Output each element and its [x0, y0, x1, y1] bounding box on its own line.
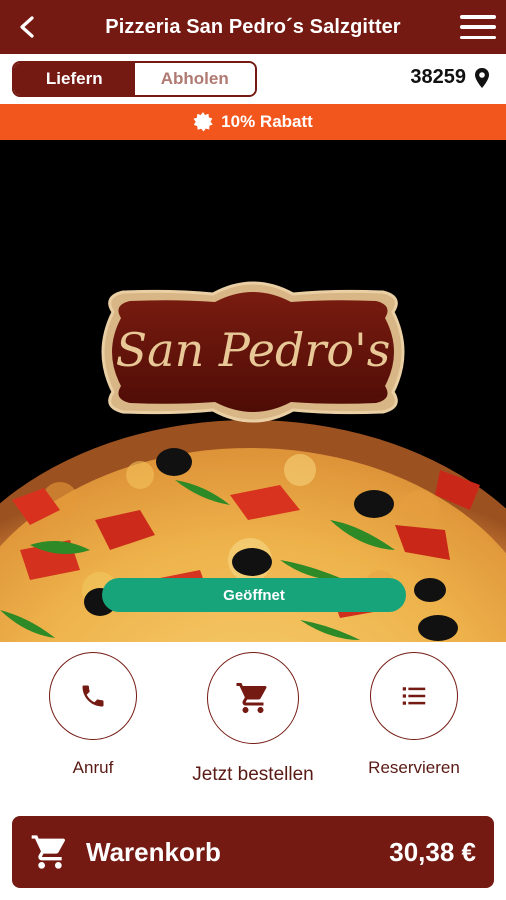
order-mode-bar: Liefern Abholen 38259	[0, 54, 506, 104]
cart-button[interactable]: Warenkorb 30,38 €	[12, 816, 494, 888]
reserve-button[interactable]	[370, 652, 458, 740]
page-title: Pizzeria San Pedro´s Salzgitter	[105, 15, 401, 38]
cart-label: Warenkorb	[86, 836, 221, 867]
logo-text: San Pedro's	[116, 323, 391, 377]
call-label: Anruf	[72, 758, 114, 777]
app-header: Pizzeria San Pedro´s Salzgitter	[0, 0, 506, 54]
list-icon	[402, 687, 426, 705]
reserve-action[interactable]: Reservieren	[354, 652, 474, 778]
quick-actions: Anruf Jetzt bestellen Reservieren	[0, 642, 506, 812]
shopping-cart-icon	[31, 835, 66, 869]
zip-code-selector[interactable]: 38259	[410, 66, 490, 89]
order-now-action[interactable]: Jetzt bestellen	[192, 652, 314, 786]
reserve-label: Reservieren	[368, 758, 460, 777]
delivery-option[interactable]: Liefern	[14, 63, 135, 95]
order-now-label: Jetzt bestellen	[192, 764, 314, 785]
pizza-image: San Pedro's	[0, 140, 506, 642]
call-button[interactable]	[49, 652, 137, 740]
cart-total: 30,38 €	[389, 836, 476, 867]
order-now-button[interactable]	[207, 652, 299, 744]
shopping-cart-icon	[236, 683, 267, 713]
location-pin-icon	[475, 67, 489, 88]
hamburger-menu-icon[interactable]	[460, 12, 496, 42]
arrow-left-icon[interactable]	[14, 13, 42, 41]
hero-image: San Pedro's	[0, 140, 506, 642]
phone-icon	[82, 685, 104, 707]
discount-text: 10% Rabatt	[221, 112, 313, 131]
zip-code: 38259	[410, 66, 466, 88]
discount-badge-icon	[193, 112, 213, 132]
discount-banner[interactable]: 10% Rabatt	[0, 104, 506, 140]
open-status-button[interactable]: Geöffnet	[102, 578, 406, 612]
delivery-mode-toggle: Liefern Abholen	[12, 61, 257, 97]
call-action[interactable]: Anruf	[33, 652, 153, 778]
pickup-option[interactable]: Abholen	[134, 63, 255, 95]
